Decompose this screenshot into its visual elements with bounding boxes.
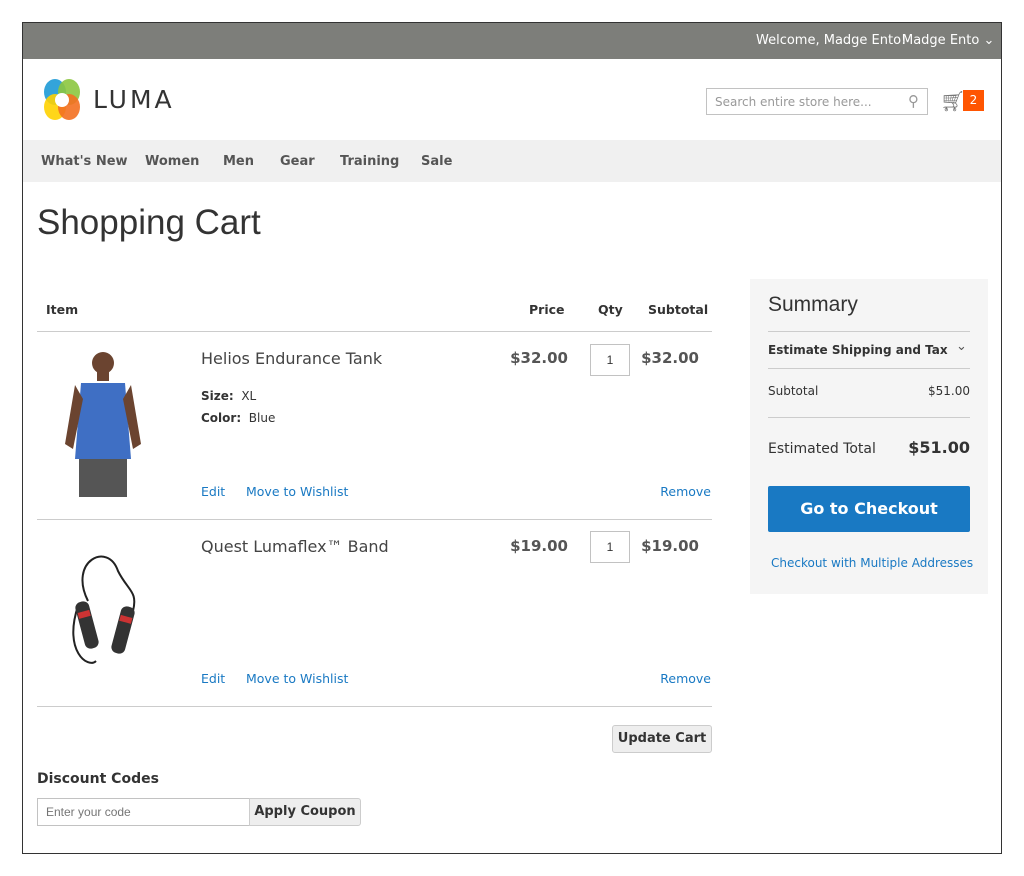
- product-name[interactable]: Quest Lumaflex™ Band: [201, 537, 389, 556]
- divider: [37, 519, 712, 520]
- page: Welcome, Madge Ento! Madge Ento ⌄ LUMA S…: [22, 22, 1002, 854]
- col-subtotal: Subtotal: [648, 302, 709, 317]
- search-input[interactable]: Search entire store here... ⚲: [706, 88, 928, 115]
- col-item: Item: [46, 302, 79, 317]
- item-price: $32.00: [510, 349, 568, 367]
- subtotal-value: $51.00: [928, 384, 970, 398]
- remove-link[interactable]: Remove: [660, 484, 711, 499]
- top-bar: Welcome, Madge Ento! Madge Ento ⌄: [23, 23, 1001, 59]
- go-to-checkout-button[interactable]: Go to Checkout: [768, 486, 970, 532]
- main-nav: What's New Women Men Gear Training Sale: [23, 140, 1001, 182]
- cart-count-badge[interactable]: 2: [963, 90, 984, 111]
- move-to-wishlist-link[interactable]: Move to Wishlist: [246, 484, 348, 499]
- item-price: $19.00: [510, 537, 568, 555]
- col-qty: Qty: [598, 302, 623, 317]
- subtotal-label: Subtotal: [768, 384, 819, 398]
- luma-logo-icon: [44, 79, 80, 120]
- estimated-total-value: $51.00: [908, 438, 970, 457]
- nav-women[interactable]: Women: [145, 154, 199, 169]
- cart-icon[interactable]: 🛒︎: [940, 89, 965, 113]
- option-value: XL: [241, 389, 257, 403]
- product-name[interactable]: Helios Endurance Tank: [201, 349, 382, 368]
- page-title: Shopping Cart: [37, 203, 261, 242]
- item-subtotal: $19.00: [641, 537, 699, 555]
- search-icon[interactable]: ⚲: [908, 92, 919, 110]
- option-value: Blue: [248, 411, 276, 425]
- option-label: Size:: [201, 389, 234, 403]
- summary-title: Summary: [768, 293, 858, 316]
- nav-men[interactable]: Men: [223, 154, 254, 169]
- divider: [37, 331, 712, 332]
- qty-input[interactable]: [590, 344, 630, 376]
- edit-link[interactable]: Edit: [201, 484, 225, 499]
- product-image-band[interactable]: [68, 551, 148, 673]
- move-to-wishlist-link[interactable]: Move to Wishlist: [246, 671, 348, 686]
- option-label: Color:: [201, 411, 242, 425]
- nav-whats-new[interactable]: What's New: [41, 154, 128, 169]
- qty-input[interactable]: [590, 531, 630, 563]
- estimate-shipping-toggle[interactable]: Estimate Shipping and Tax: [768, 343, 948, 357]
- apply-coupon-button[interactable]: Apply Coupon: [249, 798, 361, 826]
- update-cart-button[interactable]: Update Cart: [612, 725, 712, 753]
- divider: [768, 368, 970, 369]
- estimated-total-label: Estimated Total: [768, 441, 876, 457]
- nav-training[interactable]: Training: [340, 154, 399, 169]
- divider: [37, 706, 712, 707]
- remove-link[interactable]: Remove: [660, 671, 711, 686]
- welcome-text: Welcome, Madge Ento!: [756, 33, 907, 48]
- item-subtotal: $32.00: [641, 349, 699, 367]
- divider: [768, 417, 970, 418]
- nav-gear[interactable]: Gear: [280, 154, 315, 169]
- search-placeholder: Search entire store here...: [715, 95, 872, 109]
- multiple-addresses-link[interactable]: Checkout with Multiple Addresses: [771, 556, 973, 570]
- edit-link[interactable]: Edit: [201, 671, 225, 686]
- product-image-tank[interactable]: [53, 349, 153, 501]
- account-menu[interactable]: Madge Ento ⌄: [902, 33, 994, 48]
- cart-summary: Summary Estimate Shipping and Tax ⌄ Subt…: [750, 279, 988, 594]
- discount-title[interactable]: Discount Codes: [37, 771, 159, 787]
- logo-text: LUMA: [93, 85, 175, 114]
- chevron-down-icon[interactable]: ⌄: [956, 339, 967, 354]
- nav-sale[interactable]: Sale: [421, 154, 452, 169]
- col-price: Price: [529, 302, 565, 317]
- divider: [768, 331, 970, 332]
- discount-code-input[interactable]: [37, 798, 250, 826]
- logo[interactable]: LUMA: [41, 79, 172, 125]
